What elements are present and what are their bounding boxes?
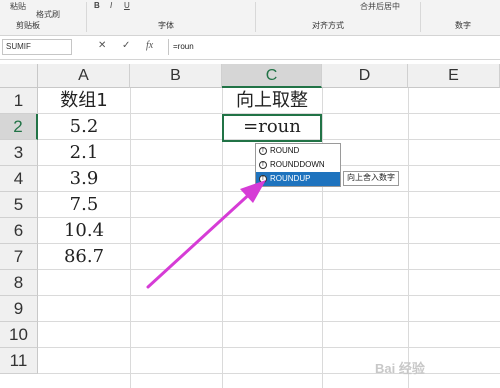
watermark: Bai 经验	[375, 361, 425, 376]
annotation-arrow-icon	[146, 180, 266, 289]
